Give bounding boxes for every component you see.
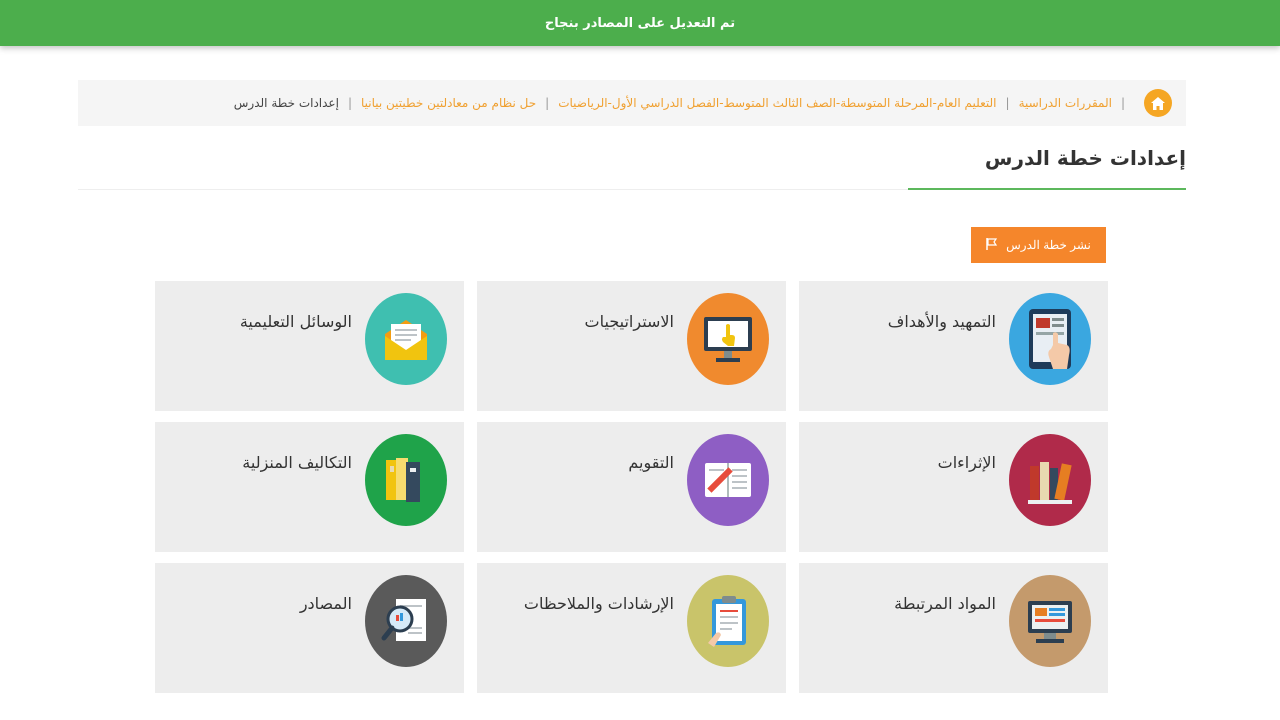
title-underline xyxy=(908,188,1186,190)
envelope-icon xyxy=(365,293,447,385)
card-label: الإثراءات xyxy=(937,453,996,472)
breadcrumb-separator: | xyxy=(545,96,550,110)
card-enrichments[interactable]: الإثراءات xyxy=(799,422,1108,552)
breadcrumb-current: إعدادات خطة الدرس xyxy=(233,96,339,110)
books-icon xyxy=(1009,434,1091,526)
breadcrumb-course-path[interactable]: التعليم العام-المرحلة المتوسطة-الصف الثا… xyxy=(558,96,996,110)
breadcrumb: | المقررات الدراسية | التعليم العام-المر… xyxy=(78,80,1186,126)
card-label: التمهيد والأهداف xyxy=(887,312,996,331)
home-icon[interactable] xyxy=(1144,89,1172,117)
breadcrumb-separator: | xyxy=(1005,96,1010,110)
card-label: التقويم xyxy=(628,453,674,472)
breadcrumb-lesson[interactable]: حل نظام من معادلتين خطيتين بيانيا xyxy=(361,96,536,110)
notebook-pencil-icon xyxy=(687,434,769,526)
success-toast: تم التعديل على المصادر بنجاح xyxy=(0,0,1280,46)
card-strategies[interactable]: الاستراتيجيات xyxy=(477,281,786,411)
breadcrumb-separator: | xyxy=(1120,96,1125,110)
card-intro-objectives[interactable]: التمهيد والأهداف xyxy=(799,281,1108,411)
settings-grid: التمهيد والأهداف الاستراتيجيات الوسائل ا… xyxy=(155,281,1108,694)
card-label: الاستراتيجيات xyxy=(584,312,674,331)
card-label: المواد المرتبطة xyxy=(894,594,996,613)
breadcrumb-separator: | xyxy=(347,96,352,110)
card-homework[interactable]: التكاليف المنزلية xyxy=(155,422,464,552)
card-guidance-notes[interactable]: الإرشادات والملاحظات xyxy=(477,563,786,693)
computer-icon xyxy=(1009,575,1091,667)
card-label: المصادر xyxy=(299,594,352,613)
card-label: التكاليف المنزلية xyxy=(242,453,352,472)
publish-label: نشر خطة الدرس xyxy=(1006,238,1091,252)
card-teaching-aids[interactable]: الوسائل التعليمية xyxy=(155,281,464,411)
flag-icon xyxy=(986,237,998,253)
clipboard-icon xyxy=(687,575,769,667)
card-label: الإرشادات والملاحظات xyxy=(523,594,674,613)
monitor-pointer-icon xyxy=(687,293,769,385)
card-related-materials[interactable]: المواد المرتبطة xyxy=(799,563,1108,693)
breadcrumb-courses[interactable]: المقررات الدراسية xyxy=(1019,96,1112,110)
card-sources[interactable]: المصادر xyxy=(155,563,464,693)
page-title: إعدادات خطة الدرس xyxy=(984,146,1186,170)
tablet-hand-icon xyxy=(1009,293,1091,385)
binders-icon xyxy=(365,434,447,526)
card-assessment[interactable]: التقويم xyxy=(477,422,786,552)
card-label: الوسائل التعليمية xyxy=(239,312,352,331)
publish-lesson-plan-button[interactable]: نشر خطة الدرس xyxy=(971,227,1106,263)
magnifier-document-icon xyxy=(365,575,447,667)
toast-message: تم التعديل على المصادر بنجاح xyxy=(544,15,736,31)
